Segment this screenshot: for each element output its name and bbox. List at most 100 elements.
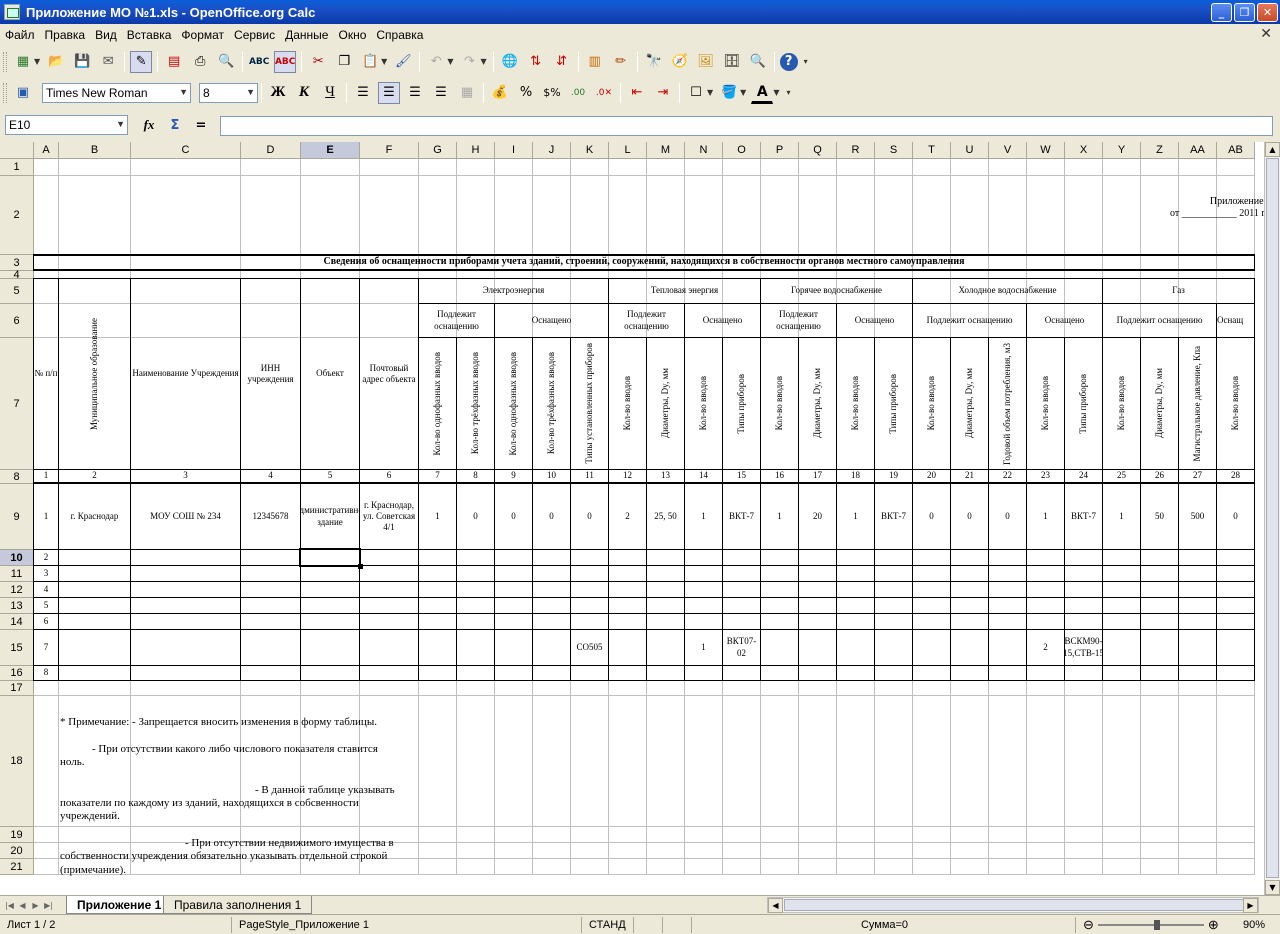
r16-X[interactable] bbox=[1064, 665, 1103, 681]
r16-M[interactable] bbox=[646, 665, 685, 681]
r13-M[interactable] bbox=[646, 597, 685, 614]
sheet-tab-rules[interactable]: Правила заполнения 1 bbox=[163, 896, 313, 914]
r15-D[interactable] bbox=[240, 629, 301, 666]
r13-X[interactable] bbox=[1064, 597, 1103, 614]
r15-L[interactable] bbox=[608, 629, 647, 666]
r14-S[interactable] bbox=[874, 613, 913, 630]
r14-A[interactable]: 6 bbox=[33, 613, 59, 630]
status-page-style[interactable]: PageStyle_Приложение 1 bbox=[236, 917, 582, 933]
hdr7-N[interactable]: Кол-во вводов bbox=[684, 337, 723, 470]
r14-B[interactable] bbox=[58, 613, 131, 630]
underline-button[interactable]: Ч bbox=[319, 82, 341, 104]
r16-U[interactable] bbox=[950, 665, 989, 681]
r9-D[interactable]: 12345678 bbox=[240, 483, 301, 550]
r10-AA[interactable] bbox=[1178, 549, 1217, 566]
r13-O[interactable] bbox=[722, 597, 761, 614]
r11-A[interactable]: 3 bbox=[33, 565, 59, 582]
chevron-down-icon[interactable]: ▼ bbox=[246, 87, 255, 97]
grp-heat[interactable]: Тепловая энергия bbox=[608, 278, 761, 304]
first-sheet-icon[interactable]: |◀ bbox=[4, 899, 15, 911]
grp-coldwater[interactable]: Холодное водоснабжение bbox=[912, 278, 1103, 304]
row-header-18[interactable]: 18 bbox=[0, 696, 34, 827]
hdr-num[interactable]: № п/п bbox=[33, 278, 59, 470]
sub-electro-subject[interactable]: Подлежит оснащению bbox=[418, 303, 495, 338]
zoom-icon[interactable]: 🔍 bbox=[747, 51, 769, 73]
column-header-A[interactable]: A bbox=[34, 142, 59, 159]
r11-Q[interactable] bbox=[798, 565, 837, 582]
chevron-down-icon[interactable]: ▼ bbox=[116, 119, 125, 129]
colnum-T[interactable]: 20 bbox=[912, 469, 951, 484]
redo-icon[interactable]: ↷ bbox=[458, 51, 480, 73]
r11-F[interactable] bbox=[359, 565, 419, 582]
r14-L[interactable] bbox=[608, 613, 647, 630]
r9-N[interactable]: 1 bbox=[684, 483, 723, 550]
r10-AB[interactable] bbox=[1216, 549, 1255, 566]
r13-F[interactable] bbox=[359, 597, 419, 614]
vertical-scrollbar[interactable]: ▲ ▼ bbox=[1264, 142, 1280, 895]
r9-I[interactable]: 0 bbox=[494, 483, 533, 550]
colnum-AB[interactable]: 28 bbox=[1216, 469, 1255, 484]
r14-AA[interactable] bbox=[1178, 613, 1217, 630]
page-preview-icon[interactable]: 🔍 bbox=[215, 51, 237, 73]
merge-cells-icon[interactable]: ▦ bbox=[456, 82, 478, 104]
r16-W[interactable] bbox=[1026, 665, 1065, 681]
r10-K[interactable] bbox=[570, 549, 609, 566]
r14-V[interactable] bbox=[988, 613, 1027, 630]
r12-H[interactable] bbox=[456, 581, 495, 598]
r14-W[interactable] bbox=[1026, 613, 1065, 630]
help-icon[interactable]: ? bbox=[779, 52, 798, 71]
r11-X[interactable] bbox=[1064, 565, 1103, 582]
r15-E[interactable] bbox=[300, 629, 360, 666]
colnum-F[interactable]: 6 bbox=[359, 469, 419, 484]
maximize-button[interactable]: ❐ bbox=[1234, 2, 1255, 22]
r13-R[interactable] bbox=[836, 597, 875, 614]
sheet-tab-active[interactable]: Приложение 1 bbox=[66, 896, 173, 914]
scroll-left-icon[interactable]: ◀ bbox=[768, 898, 783, 913]
sum-icon[interactable]: Σ bbox=[164, 114, 186, 136]
r9-H[interactable]: 0 bbox=[456, 483, 495, 550]
row-header-10[interactable]: 10 bbox=[0, 550, 34, 566]
r14-X[interactable] bbox=[1064, 613, 1103, 630]
r14-G[interactable] bbox=[418, 613, 457, 630]
draw-functions-icon[interactable]: ✏ bbox=[610, 51, 632, 73]
r16-R[interactable] bbox=[836, 665, 875, 681]
scroll-down-icon[interactable]: ▼ bbox=[1265, 880, 1280, 895]
r13-E[interactable] bbox=[300, 597, 360, 614]
toolbar-grip[interactable] bbox=[3, 51, 7, 72]
r12-Y[interactable] bbox=[1102, 581, 1141, 598]
justify-icon[interactable]: ☰ bbox=[430, 82, 452, 104]
chart-icon[interactable]: ▥ bbox=[584, 51, 606, 73]
r9-U[interactable]: 0 bbox=[950, 483, 989, 550]
r9-S[interactable]: ВКТ-7 bbox=[874, 483, 913, 550]
r9-P[interactable]: 1 bbox=[760, 483, 799, 550]
r9-L[interactable]: 2 bbox=[608, 483, 647, 550]
r16-O[interactable] bbox=[722, 665, 761, 681]
toolbar-grip[interactable] bbox=[3, 82, 7, 103]
new-document-icon[interactable]: ▦ bbox=[12, 51, 34, 73]
r11-J[interactable] bbox=[532, 565, 571, 582]
row-header-4[interactable]: 4 bbox=[0, 269, 34, 281]
row-header-11[interactable]: 11 bbox=[0, 566, 34, 582]
undo-dropdown-icon[interactable]: ▼ bbox=[447, 57, 453, 66]
hdr7-W[interactable]: Кол-во вводов bbox=[1026, 337, 1065, 470]
r13-N[interactable] bbox=[684, 597, 723, 614]
italic-button[interactable]: К bbox=[293, 82, 315, 104]
colnum-X[interactable]: 24 bbox=[1064, 469, 1103, 484]
r11-B[interactable] bbox=[58, 565, 131, 582]
r15-O[interactable]: ВКТ07-02 bbox=[722, 629, 761, 666]
menu-format[interactable]: Формат bbox=[176, 28, 229, 42]
column-header-G[interactable]: G bbox=[419, 142, 457, 159]
r13-D[interactable] bbox=[240, 597, 301, 614]
r16-S[interactable] bbox=[874, 665, 913, 681]
hdr7-J[interactable]: Кол-во трёхфазных вводов bbox=[532, 337, 571, 470]
colnum-Z[interactable]: 26 bbox=[1140, 469, 1179, 484]
r12-S[interactable] bbox=[874, 581, 913, 598]
open-icon[interactable]: 📂 bbox=[45, 51, 67, 73]
vertical-scroll-thumb[interactable] bbox=[1266, 158, 1279, 878]
r16-Q[interactable] bbox=[798, 665, 837, 681]
colnum-K[interactable]: 11 bbox=[570, 469, 609, 484]
r12-C[interactable] bbox=[130, 581, 241, 598]
colnum-O[interactable]: 15 bbox=[722, 469, 761, 484]
r16-K[interactable] bbox=[570, 665, 609, 681]
hdr7-K[interactable]: Типы установленных приборов bbox=[570, 337, 609, 470]
